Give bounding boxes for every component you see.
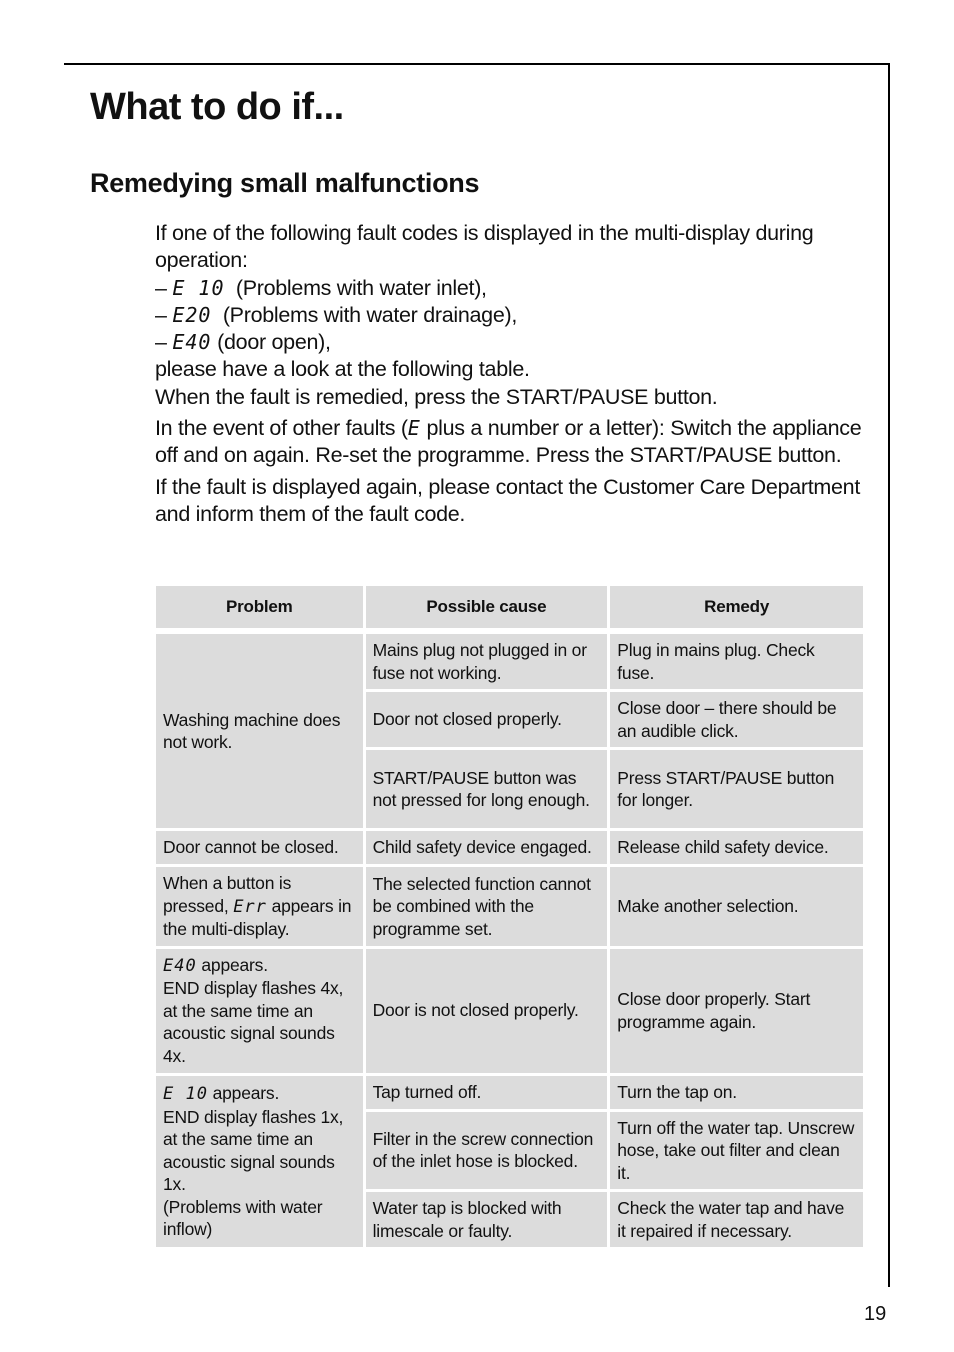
table-row: Washing machine does not work. Mains plu… [156, 634, 863, 828]
fault-code-e10: E 10 [163, 1084, 208, 1104]
remedy-cell: Check the water tap and have it repaired… [610, 1192, 863, 1247]
text-line: END display flashes 1x, at the same time… [163, 1106, 344, 1195]
cause-cell: Water tap is blocked with limescale or f… [365, 1192, 608, 1247]
problem-cell: E40 appears. END display flashes 4x, at t… [156, 948, 363, 1073]
text-line: (Problems with water inflow) [163, 1196, 323, 1240]
page-number: 19 [864, 1303, 887, 1325]
remedy-cell: Close door – there should be an audible … [610, 692, 863, 747]
fault-code-item: – E20 (Problems with water drainage), [155, 303, 517, 327]
troubleshooting-table: Problem Possible cause Remedy Washing ma… [153, 583, 866, 1250]
header-remedy: Remedy [610, 586, 863, 628]
fault-code-desc: (Problems with water drainage), [211, 302, 518, 327]
fault-code-e20: E20 [172, 302, 212, 327]
remedy-cell: Turn off the water tap. Unscrew hose, ta… [610, 1111, 863, 1189]
fault-code-e40: E40 [163, 955, 197, 976]
cause-cell: Door is not closed properly. [365, 948, 608, 1073]
text-run: In the event of other faults ( [155, 416, 408, 441]
remedy-cell: Press START/PAUSE button for longer. [610, 750, 863, 828]
remedy-cell: Make another selection. [610, 867, 863, 946]
fault-code-item: – E 10 (Problems with water inlet), [155, 276, 487, 300]
intro-paragraph-other-faults: In the event of other faults (E plus a n… [155, 415, 867, 470]
text-run: appears. [207, 1083, 280, 1103]
intro-line: If one of the following fault codes is d… [155, 221, 814, 273]
bullet-dash: – [155, 330, 173, 355]
remedy-cell: Release child safety device. [610, 831, 863, 864]
cause-cell: START/PAUSE button was not pressed for l… [365, 750, 608, 828]
table-row: When a button is pressed, Err appears in… [156, 867, 863, 946]
cause-cell: Child safety device engaged. [365, 831, 608, 864]
bullet-dash: – [155, 302, 173, 327]
remedy-cell: Close door properly. Start programme aga… [610, 948, 863, 1073]
problem-cell: Washing machine does not work. [156, 634, 363, 828]
table-header-row: Problem Possible cause Remedy [156, 586, 863, 628]
cause-cell: Tap turned off. [365, 1075, 608, 1109]
fault-code-desc: (Problems with water inlet), [224, 275, 487, 300]
top-rule [64, 63, 890, 65]
table-row: E40 appears. END display flashes 4x, at t… [156, 948, 863, 1073]
right-margin-rule [888, 63, 890, 1287]
fault-code-item: – E40 (door open), [155, 330, 331, 354]
intro-paragraph-contact: If the fault is displayed again, please … [155, 474, 861, 526]
cause-cell: Filter in the screw connection of the in… [365, 1111, 608, 1189]
page-title: What to do if... [90, 86, 344, 128]
cause-cell: The selected function cannot be combined… [365, 867, 608, 946]
intro-line: please have a look at the following tabl… [155, 357, 530, 382]
remedy-cell: Plug in mains plug. Check fuse. [610, 634, 863, 689]
intro-paragraph-codes: If one of the following fault codes is d… [155, 220, 867, 411]
fault-code-e10: E 10 [172, 275, 225, 300]
bullet-dash: – [155, 275, 173, 300]
text-line: END display flashes 4x, at the same time… [163, 978, 344, 1066]
table-row: Door cannot be closed. Child safety devi… [156, 831, 863, 864]
problem-cell: E 10 appears. END display flashes 1x, at … [156, 1075, 363, 1247]
text-run: appears. [196, 954, 268, 975]
problem-cell: When a button is pressed, Err appears in… [156, 867, 363, 946]
fault-code-e: E [407, 416, 421, 441]
problem-cell: Door cannot be closed. [156, 831, 363, 864]
section-title: Remedying small malfunctions [90, 168, 480, 198]
remedy-cell: Turn the tap on. [610, 1075, 863, 1109]
err-code: Err [233, 896, 267, 917]
fault-code-desc: (door open), [211, 330, 331, 355]
header-possible-cause: Possible cause [365, 586, 608, 628]
header-problem: Problem [156, 586, 363, 628]
intro-line: When the fault is remedied, press the ST… [155, 384, 718, 409]
intro-text: If one of the following fault codes is d… [155, 220, 867, 532]
cause-cell: Mains plug not plugged in or fuse not wo… [365, 634, 608, 689]
table-row: E 10 appears. END display flashes 1x, at … [156, 1075, 863, 1247]
cause-cell: Door not closed properly. [365, 692, 608, 747]
fault-code-e40: E40 [172, 330, 212, 355]
